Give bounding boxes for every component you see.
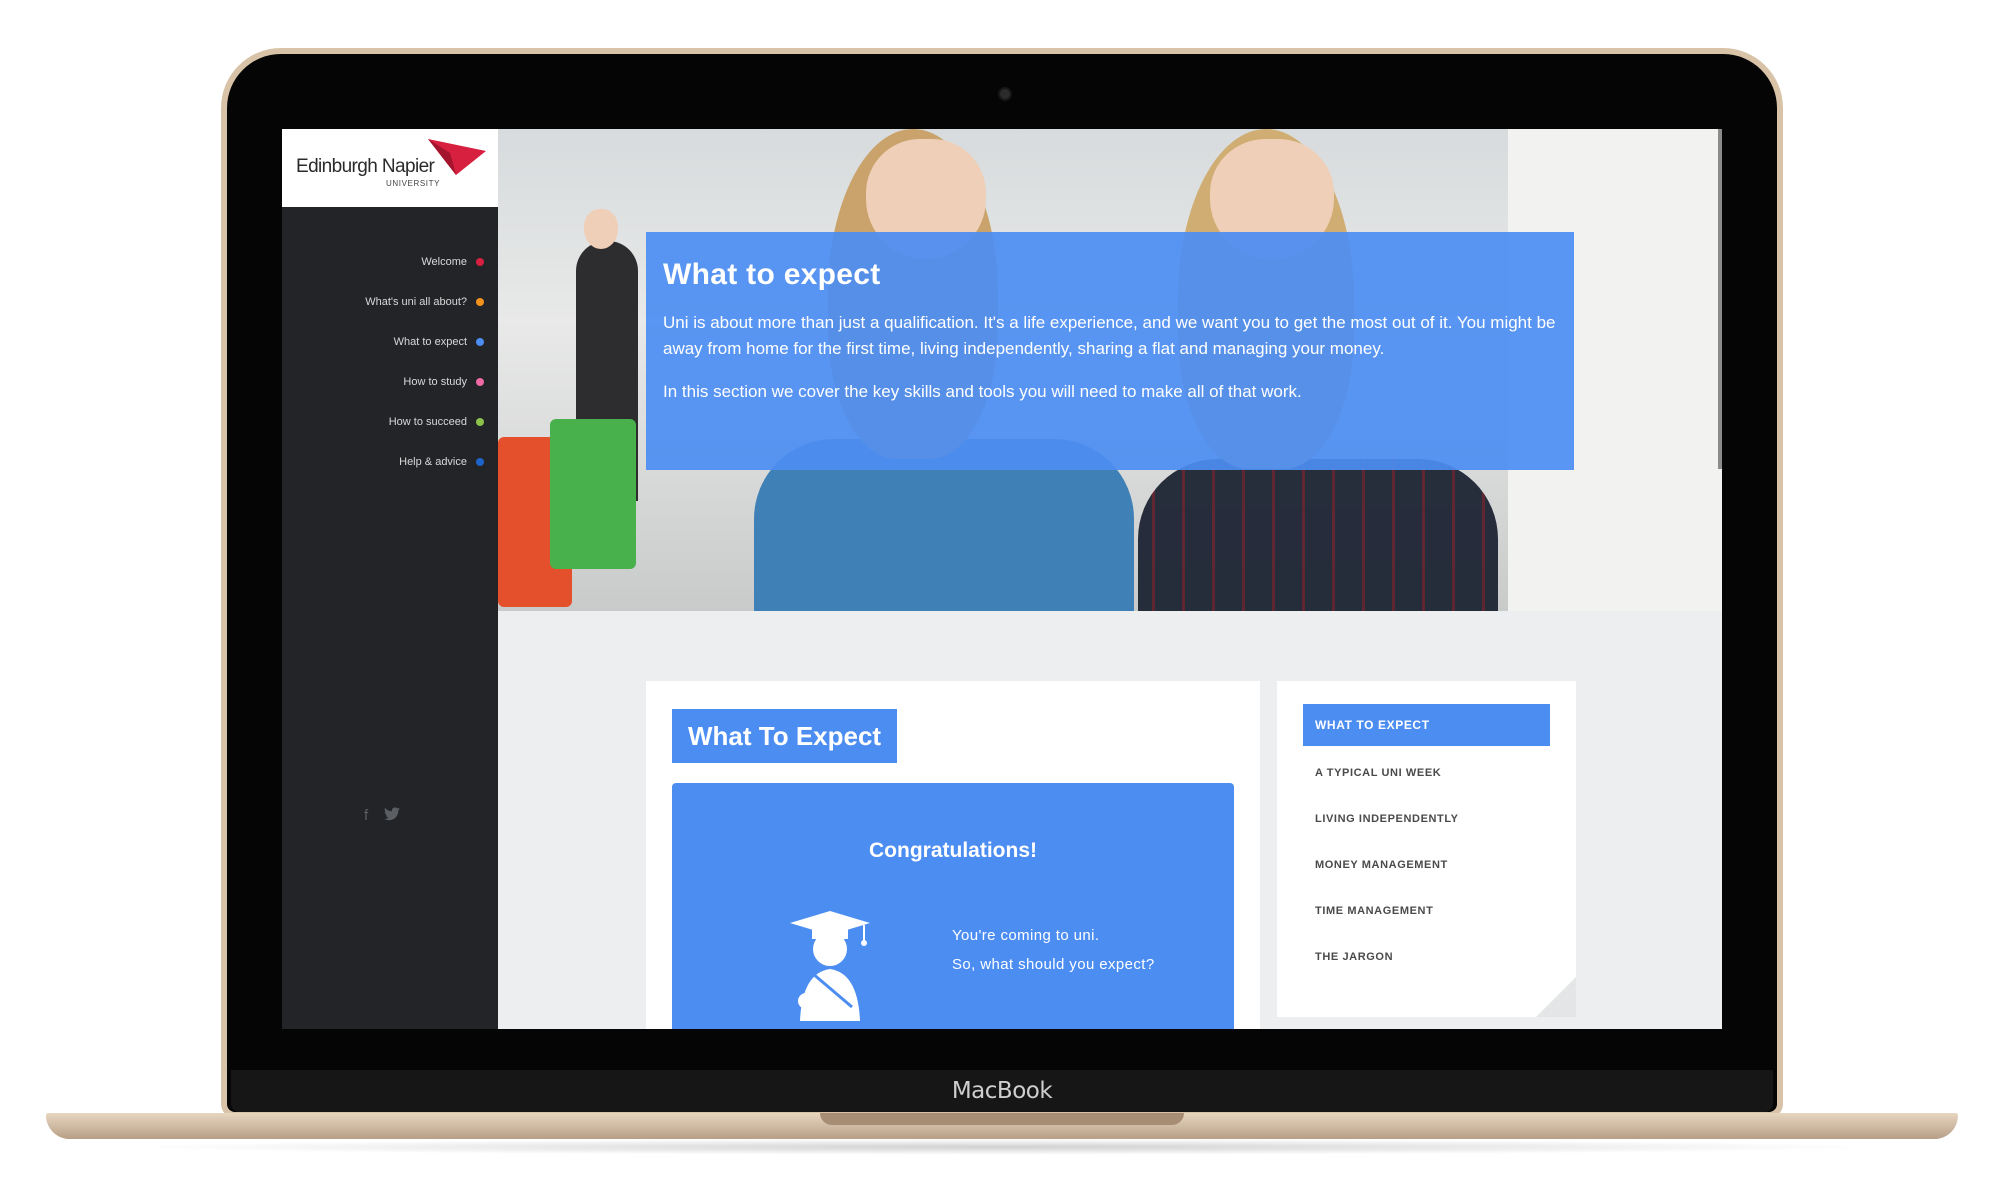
section-nav-item-living-independently[interactable]: LIVING INDEPENDENTLY xyxy=(1303,796,1550,842)
dot-icon xyxy=(476,338,484,346)
section-nav-card: WHAT TO EXPECT A TYPICAL UNI WEEK LIVING… xyxy=(1277,681,1576,1017)
dot-icon xyxy=(476,298,484,306)
hero-banner: What to expect Uni is about more than ju… xyxy=(498,129,1722,611)
hero-intro-box: What to expect Uni is about more than ju… xyxy=(646,232,1574,470)
sidebar-item-welcome[interactable]: Welcome xyxy=(365,242,484,282)
content-card: What To Expect Congratulations! You're c… xyxy=(646,681,1260,1029)
section-nav-item-what-to-expect[interactable]: WHAT TO EXPECT xyxy=(1303,704,1550,746)
logo-wordmark: Edinburgh Napier xyxy=(296,156,435,177)
section-nav-item-money-management[interactable]: MONEY MANAGEMENT xyxy=(1303,842,1550,888)
laptop-notch xyxy=(820,1113,1184,1125)
hero-paragraph: In this section we cover the key skills … xyxy=(663,382,1302,401)
screen: Edinburgh Napier UNIVERSITY Welcome What… xyxy=(282,129,1722,1029)
university-logo[interactable]: Edinburgh Napier UNIVERSITY xyxy=(282,129,498,207)
sidebar-item-label: Welcome xyxy=(421,256,467,268)
laptop-shadow xyxy=(120,1139,1884,1155)
logo-subtitle: UNIVERSITY xyxy=(386,179,441,188)
device-label: MacBook xyxy=(951,1078,1053,1104)
social-links: f xyxy=(364,807,401,824)
sidebar: Edinburgh Napier UNIVERSITY Welcome What… xyxy=(282,129,498,1029)
sidebar-nav: Welcome What's uni all about? What to ex… xyxy=(365,242,484,482)
scrollbar[interactable] xyxy=(1718,129,1722,469)
sidebar-item-how-to-succeed[interactable]: How to succeed xyxy=(365,402,484,442)
page-fold-corner xyxy=(1536,977,1576,1017)
section-nav-item-typical-uni-week[interactable]: A TYPICAL UNI WEEK xyxy=(1303,750,1550,796)
hero-photo-chair-green xyxy=(550,419,636,569)
graduate-icon xyxy=(790,911,870,1021)
congratulations-heading: Congratulations! xyxy=(869,839,1037,862)
sidebar-item-what-to-expect[interactable]: What to expect xyxy=(365,322,484,362)
sidebar-item-label: What to expect xyxy=(393,336,467,348)
intro-text: You're coming to uni. So, what should yo… xyxy=(952,921,1155,979)
intro-line: You're coming to uni. xyxy=(952,927,1100,944)
dot-icon xyxy=(476,378,484,386)
twitter-icon[interactable] xyxy=(384,807,401,821)
section-badge: What To Expect xyxy=(672,709,898,763)
hero-photo-person-plaid xyxy=(1138,459,1498,611)
page-title: What to expect xyxy=(663,258,881,291)
sidebar-item-whats-uni-all-about[interactable]: What's uni all about? xyxy=(365,282,484,322)
sidebar-item-label: How to succeed xyxy=(388,416,467,428)
hero-paragraph: Uni is about more than just a qualificat… xyxy=(663,313,1556,358)
dot-icon xyxy=(476,418,484,426)
camera-icon xyxy=(998,87,1012,101)
dot-icon xyxy=(476,458,484,466)
dot-icon xyxy=(476,258,484,266)
section-nav-item-time-management[interactable]: TIME MANAGEMENT xyxy=(1303,888,1550,934)
congratulations-panel: Congratulations! You're coming to uni. S… xyxy=(672,783,1234,1029)
sidebar-item-label: How to study xyxy=(403,376,467,388)
section-nav: WHAT TO EXPECT A TYPICAL UNI WEEK LIVING… xyxy=(1303,704,1550,980)
sidebar-item-how-to-study[interactable]: How to study xyxy=(365,362,484,402)
intro-line: So, what should you expect? xyxy=(952,956,1155,973)
sidebar-item-help-advice[interactable]: Help & advice xyxy=(365,442,484,482)
sidebar-item-label: What's uni all about? xyxy=(365,296,467,308)
sidebar-item-label: Help & advice xyxy=(399,456,467,468)
section-nav-item-the-jargon[interactable]: THE JARGON xyxy=(1303,934,1550,980)
facebook-icon[interactable]: f xyxy=(364,807,368,824)
logo-flag-icon xyxy=(428,139,486,175)
hero-photo-bg-face xyxy=(584,209,618,249)
